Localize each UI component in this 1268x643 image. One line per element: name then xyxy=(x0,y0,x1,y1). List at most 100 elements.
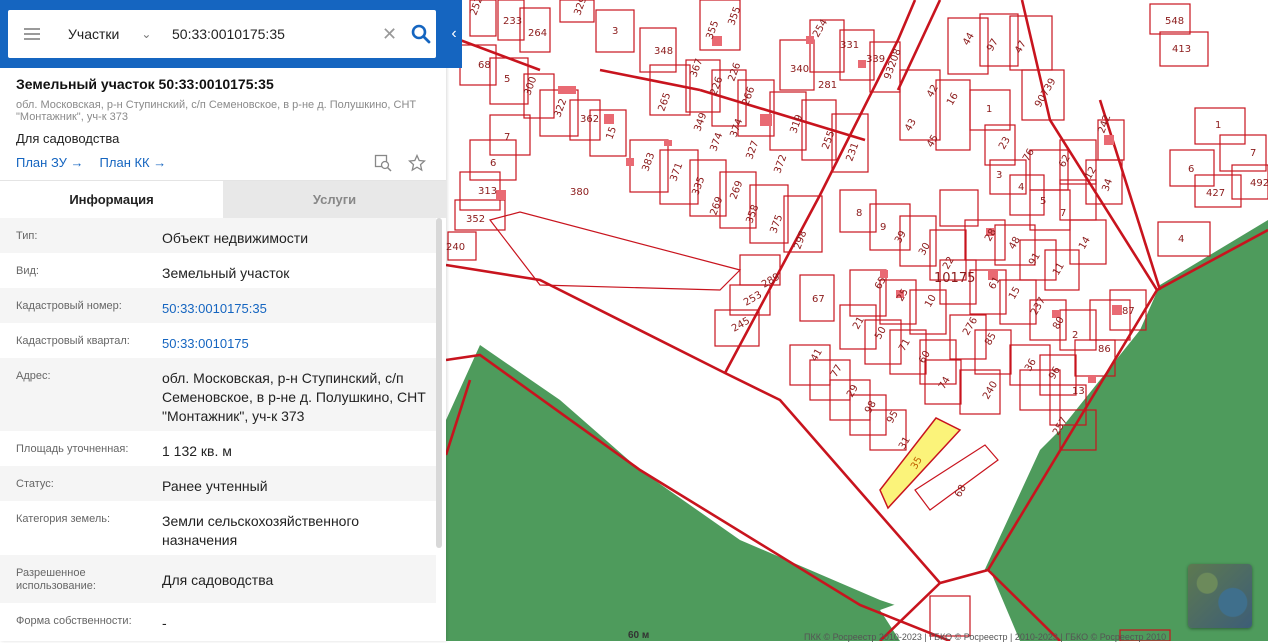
satellite-layer-toggle[interactable] xyxy=(1188,564,1252,628)
svg-text:47: 47 xyxy=(1013,39,1029,56)
info-panel: Земельный участок 50:33:0010175:35 обл. … xyxy=(0,0,446,641)
svg-text:340: 340 xyxy=(790,64,809,75)
svg-text:269: 269 xyxy=(708,195,725,217)
svg-text:339: 339 xyxy=(866,54,885,65)
svg-text:25: 25 xyxy=(895,287,911,304)
row-value: 1 132 кв. м xyxy=(162,443,232,459)
row-value: обл. Московская, р-н Ступинский, с/п Сем… xyxy=(162,370,426,424)
object-title: Земельный участок 50:33:0010175:35 xyxy=(16,76,274,92)
tab-info[interactable]: Информация xyxy=(0,181,223,218)
row-key: Адрес: xyxy=(16,370,51,382)
row-key: Разрешенное использование: xyxy=(16,567,96,592)
svg-text:7: 7 xyxy=(1250,148,1256,159)
svg-text:300: 300 xyxy=(522,75,539,97)
info-table: Тип: Объект недвижимости Вид: Земельный … xyxy=(0,218,436,643)
row-key: Форма собственности: xyxy=(16,615,132,627)
svg-text:98: 98 xyxy=(863,399,879,416)
svg-text:372: 372 xyxy=(772,153,789,175)
svg-text:237: 237 xyxy=(1029,295,1048,317)
row-key: Статус: xyxy=(16,478,54,490)
quarter-label: 10175 xyxy=(934,271,975,286)
svg-text:313: 313 xyxy=(478,186,497,197)
svg-text:374: 374 xyxy=(708,131,725,153)
svg-text:29: 29 xyxy=(845,383,861,400)
plan-zu-link[interactable]: План ЗУ → xyxy=(16,155,84,170)
scrollbar[interactable] xyxy=(436,218,442,548)
tab-services[interactable]: Услуги xyxy=(223,181,446,218)
svg-text:6: 6 xyxy=(490,158,496,169)
collapse-panel-icon[interactable]: ‹ xyxy=(446,20,462,48)
cadastral-quarter-link[interactable]: 50:33:0010175 xyxy=(162,334,427,353)
svg-text:252: 252 xyxy=(468,0,485,17)
svg-text:11: 11 xyxy=(1051,261,1067,278)
svg-text:358: 358 xyxy=(744,203,761,225)
info-row-ownership: Форма собственности: - xyxy=(0,603,436,643)
search-input[interactable]: 50:33:0010175:35 xyxy=(172,26,382,42)
svg-text:95: 95 xyxy=(885,409,901,426)
svg-text:10: 10 xyxy=(923,293,939,310)
svg-text:231: 231 xyxy=(844,141,861,163)
svg-text:331: 331 xyxy=(840,40,859,51)
svg-text:41: 41 xyxy=(809,347,825,364)
svg-text:2: 2 xyxy=(1072,330,1078,341)
svg-text:45: 45 xyxy=(925,133,941,150)
svg-text:266: 266 xyxy=(740,85,757,107)
svg-text:9: 9 xyxy=(880,222,886,233)
clear-icon[interactable]: ✕ xyxy=(382,24,397,45)
svg-text:36: 36 xyxy=(1023,357,1039,374)
svg-text:77: 77 xyxy=(829,363,845,380)
svg-text:240: 240 xyxy=(446,242,465,253)
info-row-land-category: Категория земель: Земли сельскохозяйстве… xyxy=(0,501,436,555)
plan-kk-link[interactable]: План КК → xyxy=(100,155,167,170)
info-row-cadastral-quarter: Кадастровый квартал: 50:33:0010175 xyxy=(0,323,436,358)
info-row-permitted-use: Разрешенное использование: Для садоводст… xyxy=(0,555,436,603)
svg-text:269: 269 xyxy=(728,179,745,201)
svg-text:67: 67 xyxy=(812,294,825,305)
search-icon[interactable] xyxy=(411,24,431,44)
svg-text:352: 352 xyxy=(466,214,485,225)
svg-text:226: 226 xyxy=(708,75,725,97)
svg-text:15: 15 xyxy=(604,125,619,141)
svg-text:371: 371 xyxy=(668,161,685,183)
menu-icon[interactable] xyxy=(24,28,40,40)
row-key: Категория земель: xyxy=(16,513,111,525)
svg-text:42: 42 xyxy=(925,83,941,100)
card-actions xyxy=(374,153,427,177)
svg-text:413: 413 xyxy=(1172,44,1191,55)
info-row-status: Статус: Ранее учтенный xyxy=(0,466,436,501)
svg-text:298: 298 xyxy=(792,229,809,251)
svg-text:327: 327 xyxy=(744,139,761,161)
svg-text:28: 28 xyxy=(983,227,999,244)
zoom-to-object-icon[interactable] xyxy=(374,154,392,177)
svg-text:265: 265 xyxy=(656,91,673,113)
search-bar: Участки ⌄ 50:33:0010175:35 ✕ ‹ xyxy=(0,0,462,68)
svg-text:548: 548 xyxy=(1165,16,1184,27)
svg-text:281: 281 xyxy=(818,80,837,91)
svg-text:322: 322 xyxy=(552,97,569,119)
object-address: обл. Московская, р-н Ступинский, с/п Сем… xyxy=(16,99,417,123)
svg-text:68: 68 xyxy=(953,483,969,500)
svg-text:355: 355 xyxy=(726,5,743,27)
svg-text:5: 5 xyxy=(504,74,510,85)
layer-selector[interactable]: Участки ⌄ xyxy=(68,26,164,42)
svg-text:375: 375 xyxy=(768,213,785,235)
svg-text:255: 255 xyxy=(820,129,837,151)
svg-text:383: 383 xyxy=(640,151,657,173)
svg-text:34: 34 xyxy=(1100,177,1115,193)
svg-text:276: 276 xyxy=(961,315,980,337)
cadastral-number-link[interactable]: 50:33:0010175:35 xyxy=(162,299,427,318)
svg-text:4: 4 xyxy=(1178,234,1184,245)
info-row-address: Адрес: обл. Московская, р-н Ступинский, … xyxy=(0,358,436,431)
svg-text:245: 245 xyxy=(730,316,752,335)
svg-text:240: 240 xyxy=(981,379,1000,401)
star-icon[interactable] xyxy=(407,153,427,177)
svg-text:427: 427 xyxy=(1206,188,1225,199)
forest-area xyxy=(446,220,1268,641)
info-row-type: Тип: Объект недвижимости xyxy=(0,218,436,253)
svg-text:22: 22 xyxy=(941,255,957,272)
svg-text:4: 4 xyxy=(1018,182,1024,193)
svg-text:71: 71 xyxy=(897,337,913,354)
svg-text:8: 8 xyxy=(856,208,862,219)
svg-text:380: 380 xyxy=(570,187,589,198)
svg-text:3: 3 xyxy=(996,170,1002,181)
